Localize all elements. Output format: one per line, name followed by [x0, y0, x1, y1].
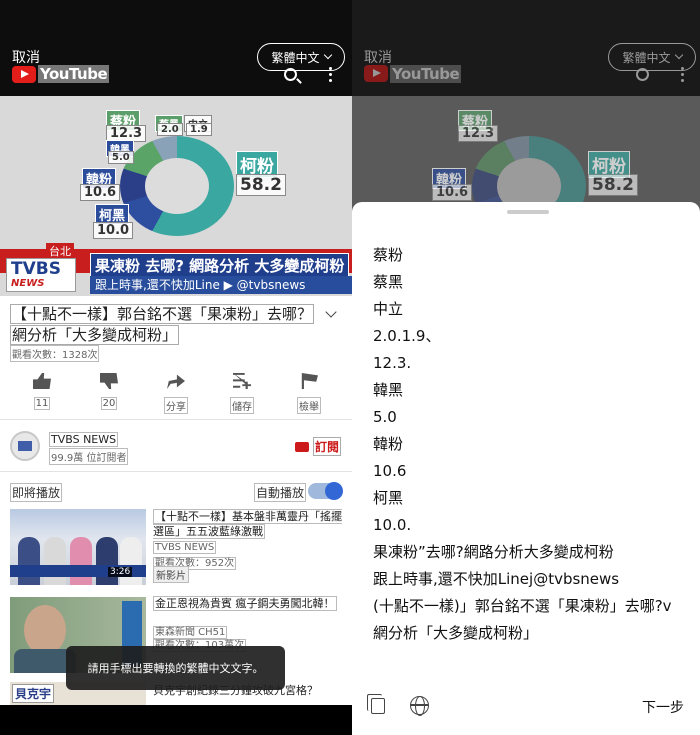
cancel-button[interactable]: 取消 — [12, 47, 40, 67]
video-label-han-hei-value: 5.0 — [108, 151, 134, 164]
youtube-small-icon — [295, 441, 309, 452]
related-video-title-text: 【十點不一樣】基本盤非萬靈丹「搖擺選區」五五波藍綠激戰 — [153, 509, 342, 539]
next-button[interactable]: 下一步 — [642, 697, 684, 717]
related-video-title-text: 金正恩視為貴賓 瘋子鋼夫勇闖北韓！ — [153, 596, 337, 611]
top-bar: 取消 繁體中文 YouTube — [0, 0, 352, 96]
screen: 取消 繁體中文 YouTube 蔡粉 12.3 蔡黑 2.0 中立 1.9 韓黑… — [0, 0, 700, 735]
youtube-play-icon — [12, 65, 36, 83]
view-count: 觀看次數：1328次 — [10, 345, 100, 362]
video-subline: 跟上時事,還不快加Line ▶ @tvbsnews — [90, 276, 352, 294]
youtube-wordmark: YouTube — [38, 65, 110, 83]
video-label-ke-fen-value: 58.2 — [236, 174, 286, 196]
thumbs-up-icon — [33, 373, 51, 389]
up-next-label: 即將播放 — [10, 483, 63, 502]
language-label: 繁體中文 — [622, 50, 671, 65]
autoplay-toggle[interactable] — [308, 482, 343, 500]
video-title[interactable]: 【十點不一樣】郭台銘不選「果凍粉」去哪？ 網分析「大多變成柯粉」 — [10, 304, 342, 346]
save-button[interactable]: 儲存 — [222, 373, 262, 414]
ocr-result-page: 蔡粉 12.3 柯粉 58.2 韓粉 10.6 取消 繁體中文 YouTube … — [352, 0, 700, 735]
report-button[interactable]: 檢舉 — [289, 373, 329, 414]
dislike-count: 20 — [100, 397, 118, 410]
related-video-channel: TVBS NEWS — [153, 541, 217, 554]
ocr-line: 網分析「大多變成柯粉」 — [373, 624, 539, 642]
video-label-ke-hei-value: 10.0 — [93, 222, 134, 239]
youtube-wordmark: YouTube — [390, 65, 462, 83]
ocr-bottom-sheet: 蔡粉 蔡黑 中立 2.0.1.9、 12.3. 韓黑 5.0 韓粉 10.6 柯… — [352, 202, 700, 735]
ocr-line: 韓黑 — [373, 381, 404, 399]
like-button[interactable]: 11 — [22, 373, 62, 410]
donut-chart-graphic — [120, 136, 234, 236]
new-video-badge: 新影片 — [153, 566, 189, 583]
instruction-toast: 請用手標出要轉換的繁體中文文字。 — [66, 646, 285, 690]
chevron-down-icon — [674, 50, 683, 60]
subscribe-label: 訂閱 — [313, 437, 342, 456]
ocr-line: 中立 — [373, 300, 404, 318]
ocr-line: 蔡粉 — [373, 246, 404, 264]
ocr-line: (十點不一樣)」郭台銘不選「果凍粉」去哪?v — [373, 597, 672, 615]
globe-icon[interactable] — [410, 696, 429, 716]
autoplay-label: 自動播放 — [254, 483, 307, 502]
tvbs-logo-text: TVBS — [11, 259, 61, 279]
action-bar: 11 20 分享 儲存 檢舉 — [0, 373, 352, 414]
related-video-channel: 東森新聞 CH51 — [153, 626, 228, 639]
ocr-line: 蔡黑 — [373, 273, 404, 291]
ocr-line: 跟上時事,還不快加Linej@tvbsnews — [373, 570, 620, 588]
recognized-text-list[interactable]: 蔡粉 蔡黑 中立 2.0.1.9、 12.3. 韓黑 5.0 韓粉 10.6 柯… — [373, 242, 689, 647]
subscriber-count: 99.9萬 位訂閱者 — [49, 448, 129, 465]
more-options-icon[interactable] — [329, 67, 333, 83]
video-title-line1: 【十點不一樣】郭台銘不選「果凍粉」去哪？ — [10, 304, 315, 324]
video-duration: 3:26 — [108, 567, 133, 577]
related-video-title[interactable]: 金正恩視為貴賓 瘋子鋼夫勇闖北韓！ — [153, 596, 343, 611]
youtube-logo[interactable]: YouTube — [12, 65, 110, 83]
subscribe-button[interactable]: 訂閱 — [295, 437, 342, 456]
search-icon[interactable] — [284, 68, 297, 81]
region-tag: 台北 — [46, 243, 74, 259]
share-label: 分享 — [164, 397, 188, 414]
video-label-cai-hei-value: 2.0 — [157, 123, 183, 136]
dimmed-video-player: 蔡粉 12.3 柯粉 58.2 韓粉 10.6 — [352, 96, 700, 216]
flag-icon — [301, 373, 318, 389]
tvbs-logo-sub: NEWS — [11, 278, 45, 289]
chevron-down-icon — [323, 50, 332, 60]
like-count: 11 — [33, 397, 51, 410]
related-video-title[interactable]: 【十點不一樣】基本盤非萬靈丹「搖擺選區」五五波藍綠激戰 — [153, 509, 343, 539]
video-headline: 果凍粉 去哪? 網路分析 大多變成柯粉 — [90, 253, 350, 278]
language-label: 繁體中文 — [271, 50, 320, 65]
ocr-line: 2.0.1.9、 — [373, 327, 441, 345]
ocr-line: 果凍粉”去哪?網路分析大多變成柯粉 — [373, 543, 614, 561]
cancel-button[interactable]: 取消 — [364, 47, 392, 67]
youtube-play-icon — [364, 65, 388, 82]
more-options-icon — [681, 67, 684, 85]
report-label: 檢舉 — [297, 397, 321, 414]
save-label: 儲存 — [230, 397, 254, 414]
share-button[interactable]: 分享 — [156, 373, 196, 414]
share-icon — [167, 374, 185, 389]
ocr-line: 韓粉 — [373, 435, 404, 453]
video-title-line2: 網分析「大多變成柯粉」 — [10, 325, 180, 345]
thumbnail-text: 貝克宇 — [12, 684, 55, 703]
ocr-line: 5.0 — [373, 408, 397, 426]
youtube-video-page: 取消 繁體中文 YouTube 蔡粉 12.3 蔡黑 2.0 中立 1.9 韓黑… — [0, 0, 352, 735]
copy-icon[interactable] — [367, 694, 385, 714]
ocr-line: 10.6 — [373, 462, 407, 480]
dislike-button[interactable]: 20 — [89, 373, 129, 410]
video-label-zhong-li-value: 1.9 — [186, 123, 212, 136]
ocr-line: 10.0. — [373, 516, 412, 534]
divider — [0, 419, 352, 420]
youtube-logo: YouTube — [364, 65, 462, 83]
video-player[interactable]: 蔡粉 12.3 蔡黑 2.0 中立 1.9 韓黑 5.0 韓粉 10.6 柯黑 … — [0, 96, 352, 296]
sheet-drag-handle[interactable] — [507, 210, 549, 214]
video-label-han-fen-value: 10.6 — [80, 184, 121, 201]
ocr-line: 柯黑 — [373, 489, 404, 507]
channel-avatar[interactable] — [10, 431, 40, 461]
playlist-add-icon — [233, 373, 251, 389]
tvbs-logo: TVBS NEWS — [6, 258, 76, 292]
divider — [0, 471, 352, 472]
channel-name[interactable]: TVBS NEWS — [49, 432, 119, 447]
search-icon — [636, 68, 649, 81]
thumbs-down-icon — [100, 373, 118, 389]
ocr-line: 12.3. — [373, 354, 412, 372]
